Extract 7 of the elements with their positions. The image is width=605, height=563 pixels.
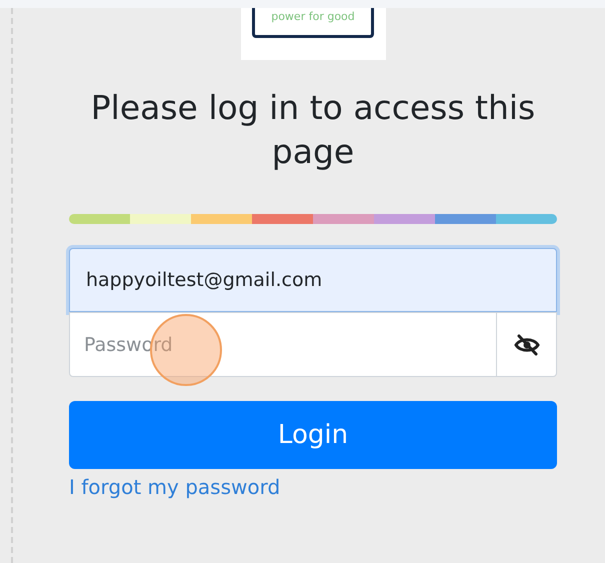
logo-tagline: power for good — [271, 10, 355, 23]
email-field[interactable]: happyoiltest@gmail.com — [69, 248, 557, 312]
login-button[interactable]: Login — [69, 401, 557, 469]
page-heading: Please log in to access this page — [90, 87, 536, 173]
eye-slash-icon — [514, 334, 540, 356]
password-toggle-button[interactable] — [497, 312, 557, 377]
forgot-password-link[interactable]: I forgot my password — [69, 475, 280, 499]
